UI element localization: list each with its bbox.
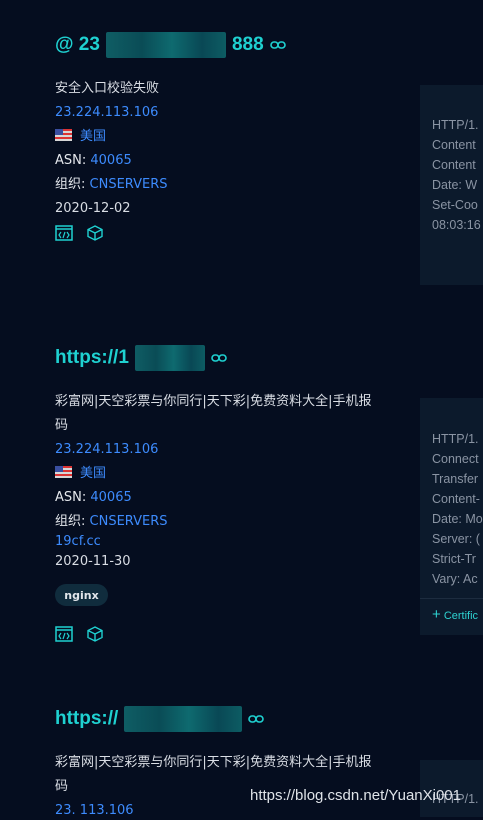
action-icons: [55, 626, 104, 642]
org-label: 组织:: [55, 177, 86, 192]
result-host-1[interactable]: @ 23 888: [55, 32, 286, 58]
redacted-block: [134, 345, 205, 371]
host-suffix[interactable]: 888: [232, 34, 264, 56]
country-link[interactable]: 美国: [80, 466, 106, 481]
ip-link[interactable]: 23.224.113.106: [55, 441, 158, 459]
response-line: Strict-Tr: [432, 552, 476, 566]
action-icons: [55, 225, 104, 241]
asn-label: ASN:: [55, 490, 87, 505]
response-line: Content: [432, 138, 476, 152]
us-flag-icon: [55, 129, 72, 141]
result-host-3[interactable]: https://: [55, 706, 265, 732]
asn-link[interactable]: 40065: [90, 490, 131, 505]
response-line: HTTP/1.: [432, 432, 479, 446]
country-row: 美国: [55, 128, 106, 146]
asn-label: ASN:: [55, 153, 87, 168]
link-icon[interactable]: [211, 353, 227, 363]
response-line: Content: [432, 158, 476, 172]
site-title-line2: 码: [55, 779, 69, 794]
date: 2020-11-30: [55, 554, 131, 569]
domain-link[interactable]: 19cf.cc: [55, 533, 101, 551]
response-line: HTTP/1.: [432, 118, 479, 132]
org-link[interactable]: CNSERVERS: [90, 514, 168, 529]
host-prefix[interactable]: https://1: [55, 347, 129, 369]
response-line: Date: Mo: [432, 512, 483, 526]
response-line: Server: (: [432, 532, 480, 546]
response-line: Set-Coo: [432, 198, 478, 212]
tag-nginx[interactable]: nginx: [55, 584, 108, 606]
response-line: Transfer: [432, 472, 479, 486]
asn-link[interactable]: 40065: [90, 153, 131, 168]
asn-row: ASN: 40065: [55, 152, 132, 170]
redacted-block: [124, 706, 243, 732]
response-line: Date: W: [432, 178, 478, 192]
ip-link[interactable]: 23.224.113.106: [55, 104, 158, 122]
code-icon[interactable]: [55, 626, 73, 642]
site-title: 安全入口校验失败: [55, 81, 160, 96]
response-line: Connect: [432, 452, 479, 466]
org-row: 组织: CNSERVERS: [55, 176, 168, 194]
link-icon[interactable]: [248, 714, 265, 724]
us-flag-icon: [55, 466, 72, 478]
code-icon[interactable]: [55, 225, 73, 241]
certificate-toggle[interactable]: + Certific: [420, 598, 483, 626]
date: 2020-12-02: [55, 201, 131, 216]
country-row: 美国: [55, 465, 106, 483]
ip-link[interactable]: 23. 113.106: [55, 802, 134, 820]
site-title-line2: 码: [55, 418, 69, 433]
org-row: 组织: CNSERVERS: [55, 513, 168, 531]
host-prefix[interactable]: https://: [55, 708, 118, 730]
host-prefix[interactable]: @ 23: [55, 34, 100, 56]
country-link[interactable]: 美国: [80, 129, 106, 144]
org-link[interactable]: CNSERVERS: [90, 177, 168, 192]
response-line: 08:03:16: [432, 218, 481, 232]
plus-icon: +: [432, 606, 441, 623]
site-title-line1: 彩富网|天空彩票与你同行|天下彩|免费资料大全|手机报: [55, 394, 372, 409]
watermark: https://blog.csdn.net/YuanXi001: [250, 787, 461, 804]
response-panel-1[interactable]: HTTP/1. Content Content Date: W Set-Coo …: [420, 85, 483, 285]
link-icon[interactable]: [269, 40, 286, 50]
asn-row: ASN: 40065: [55, 489, 132, 507]
response-panel-2[interactable]: HTTP/1. Connect Transfer Content- Date: …: [420, 398, 483, 635]
org-label: 组织:: [55, 514, 86, 529]
redacted-block: [105, 32, 226, 58]
response-line: Content-: [432, 492, 480, 506]
site-title-line1: 彩富网|天空彩票与你同行|天下彩|免费资料大全|手机报: [55, 755, 372, 770]
cube-icon[interactable]: [86, 626, 104, 642]
response-line: Vary: Ac: [432, 572, 478, 586]
result-host-2[interactable]: https://1: [55, 345, 227, 371]
cube-icon[interactable]: [86, 225, 104, 241]
certificate-label: Certific: [443, 610, 479, 622]
